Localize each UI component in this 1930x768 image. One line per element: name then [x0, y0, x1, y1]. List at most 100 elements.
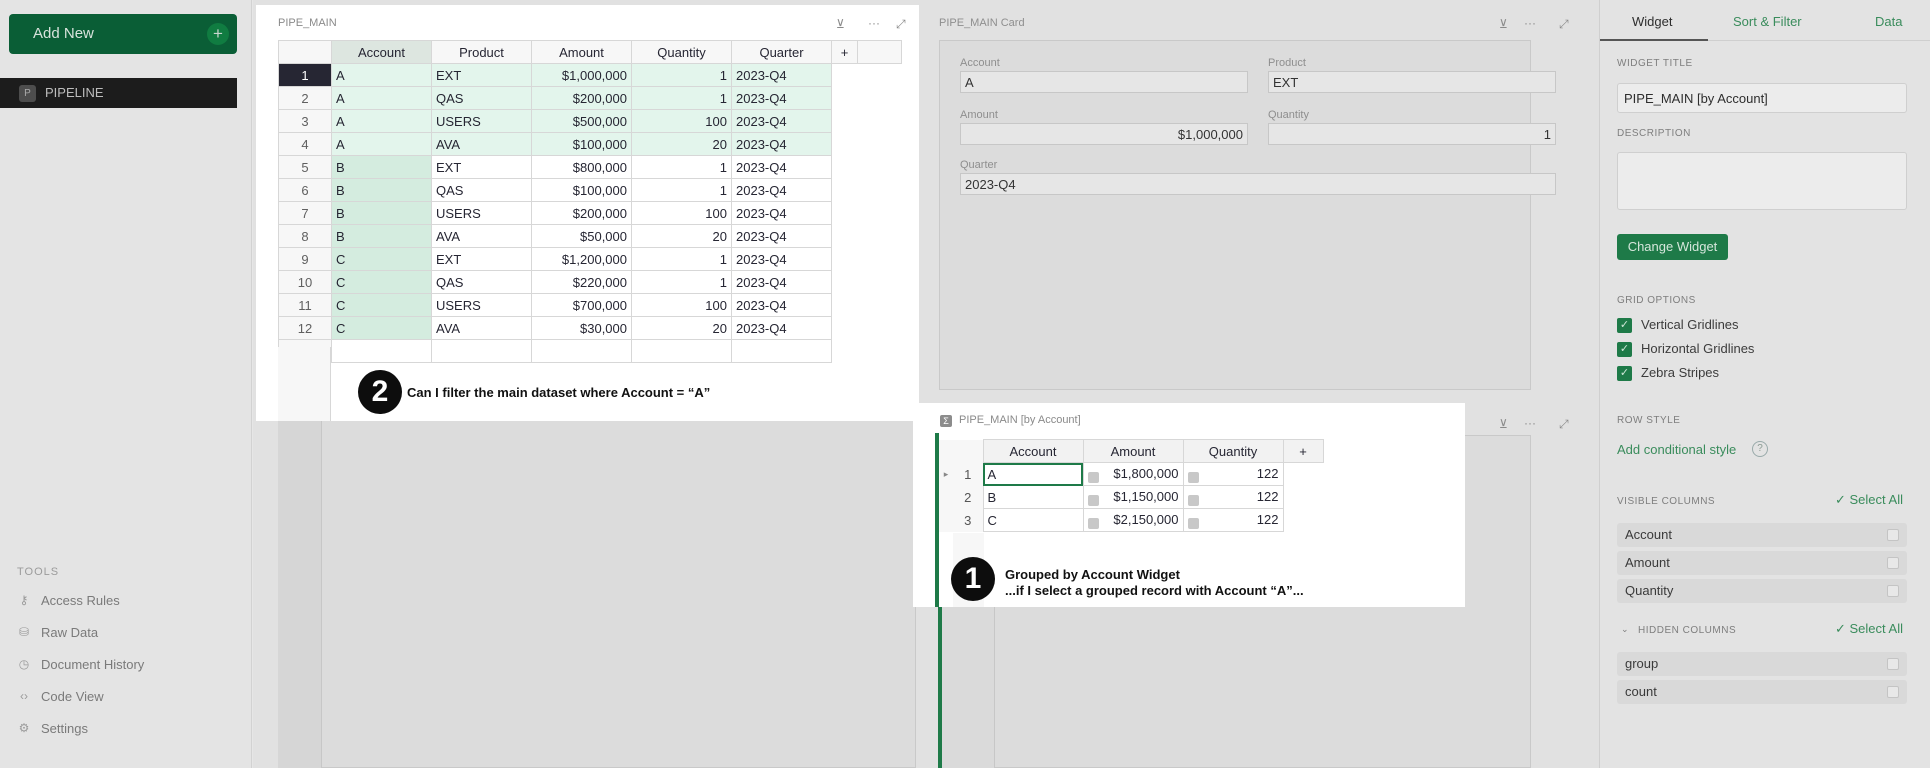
card-quantity-field[interactable]: 1 — [1268, 123, 1556, 145]
cell-amount[interactable]: $1,150,000 — [1082, 485, 1184, 509]
cell-amount[interactable]: $100,000 — [531, 132, 632, 156]
row-number[interactable]: 6 — [278, 178, 332, 202]
cell-quarter[interactable]: 2023-Q4 — [731, 109, 832, 133]
table-row[interactable]: 10 C QAS $220,000 1 2023-Q4 — [278, 270, 902, 294]
cell-account[interactable]: C — [331, 293, 432, 317]
table-row[interactable]: 4 A AVA $100,000 20 2023-Q4 — [278, 132, 902, 156]
cell-amount[interactable]: $800,000 — [531, 155, 632, 179]
cell-quantity[interactable]: 122 — [1182, 462, 1284, 486]
empty-cell[interactable] — [531, 339, 632, 363]
column-header-amount[interactable]: Amount — [531, 40, 632, 64]
row-number[interactable]: 5 — [278, 155, 332, 179]
cell-account[interactable]: B — [331, 155, 432, 179]
cell-product[interactable]: AVA — [431, 224, 532, 248]
table-row[interactable]: 2 A QAS $200,000 1 2023-Q4 — [278, 86, 902, 110]
cell-amount[interactable]: $220,000 — [531, 270, 632, 294]
cell-account[interactable]: B — [982, 485, 1084, 509]
column-checkbox[interactable] — [1887, 686, 1899, 698]
column-header-amount[interactable]: Amount — [1082, 439, 1184, 463]
add-column-button[interactable]: + — [831, 40, 858, 64]
tab-sort-filter[interactable]: Sort & Filter — [1733, 14, 1802, 29]
cell-amount[interactable]: $200,000 — [531, 86, 632, 110]
cell-quantity[interactable]: 1 — [631, 86, 732, 110]
card-account-field[interactable]: A — [960, 71, 1248, 93]
cell-quarter[interactable]: 2023-Q4 — [731, 86, 832, 110]
cell-product[interactable]: QAS — [431, 86, 532, 110]
table-row[interactable]: 1 A EXT $1,000,000 1 2023-Q4 — [278, 63, 902, 87]
row-number[interactable]: 1 — [278, 63, 332, 87]
chevron-down-icon[interactable]: ⌄ — [1621, 624, 1629, 635]
cell-account[interactable]: A — [331, 63, 432, 87]
cell-amount[interactable]: $1,000,000 — [531, 63, 632, 87]
add-column-button[interactable]: + — [1282, 439, 1324, 463]
widget-title-input[interactable]: PIPE_MAIN [by Account] — [1617, 83, 1907, 113]
cell-account[interactable]: B — [331, 201, 432, 225]
cell-quantity[interactable]: 100 — [631, 109, 732, 133]
cell-amount[interactable]: $700,000 — [531, 293, 632, 317]
table-row[interactable]: 11 C USERS $700,000 100 2023-Q4 — [278, 293, 902, 317]
cell-product[interactable]: AVA — [431, 132, 532, 156]
cell-quarter[interactable]: 2023-Q4 — [731, 63, 832, 87]
cell-quantity[interactable]: 20 — [631, 316, 732, 340]
hidden-columns-label[interactable]: HIDDEN COLUMNS — [1638, 625, 1736, 636]
tab-data[interactable]: Data — [1875, 14, 1902, 29]
row-number[interactable]: 7 — [278, 201, 332, 225]
cell-account[interactable]: C — [331, 316, 432, 340]
select-all-hidden-link[interactable]: ✓ Select All — [1835, 621, 1903, 637]
column-checkbox[interactable] — [1887, 529, 1899, 541]
cell-quantity[interactable]: 1 — [631, 63, 732, 87]
column-header-account[interactable]: Account — [982, 439, 1084, 463]
cell-amount[interactable]: $50,000 — [531, 224, 632, 248]
table-row[interactable]: 3 A USERS $500,000 100 2023-Q4 — [278, 109, 902, 133]
row-number[interactable]: 3 — [953, 508, 983, 532]
table-row[interactable]: 7 B USERS $200,000 100 2023-Q4 — [278, 201, 902, 225]
cell-account[interactable]: C — [331, 247, 432, 271]
visible-column-account[interactable]: Account — [1617, 523, 1907, 547]
empty-cell[interactable] — [631, 339, 732, 363]
cell-product[interactable]: USERS — [431, 293, 532, 317]
cell-quantity[interactable]: 100 — [631, 293, 732, 317]
add-conditional-style-link[interactable]: Add conditional style — [1617, 442, 1736, 457]
hidden-column-group[interactable]: group — [1617, 652, 1907, 676]
empty-cell[interactable] — [731, 339, 832, 363]
cell-amount[interactable]: $1,800,000 — [1082, 462, 1184, 486]
expand-icon[interactable]: ⤢ — [896, 17, 906, 32]
cell-product[interactable]: QAS — [431, 178, 532, 202]
tool-code-view[interactable]: ‹› Code View — [17, 687, 104, 707]
column-header-account[interactable]: Account — [331, 40, 432, 64]
tool-settings[interactable]: ⚙ Settings — [17, 719, 88, 739]
cell-amount[interactable]: $1,200,000 — [531, 247, 632, 271]
cell-account[interactable]: A — [982, 462, 1084, 486]
cell-quantity[interactable]: 100 — [631, 201, 732, 225]
cell-quantity[interactable]: 20 — [631, 224, 732, 248]
row-number[interactable]: 1 — [953, 462, 983, 486]
tool-access-rules[interactable]: ⚷ Access Rules — [17, 591, 120, 611]
visible-column-amount[interactable]: Amount — [1617, 551, 1907, 575]
row-number[interactable]: 10 — [278, 270, 332, 294]
cell-quarter[interactable]: 2023-Q4 — [731, 293, 832, 317]
cell-quantity[interactable]: 1 — [631, 270, 732, 294]
cell-amount[interactable]: $200,000 — [531, 201, 632, 225]
tool-document-history[interactable]: ◷ Document History — [17, 655, 145, 675]
cell-quantity[interactable]: 1 — [631, 155, 732, 179]
tab-widget[interactable]: Widget — [1632, 14, 1672, 29]
column-header-quantity[interactable]: Quantity — [631, 40, 732, 64]
cell-account[interactable]: A — [331, 132, 432, 156]
card-product-field[interactable]: EXT — [1268, 71, 1556, 93]
cell-quarter[interactable]: 2023-Q4 — [731, 247, 832, 271]
column-header-product[interactable]: Product — [431, 40, 532, 64]
change-widget-button[interactable]: Change Widget — [1617, 234, 1728, 260]
filter-icon[interactable]: ⊻ — [1499, 417, 1508, 431]
table-row[interactable]: 8 B AVA $50,000 20 2023-Q4 — [278, 224, 902, 248]
column-header-quarter[interactable]: Quarter — [731, 40, 832, 64]
horizontal-gridlines-checkbox[interactable]: ✓ Horizontal Gridlines — [1617, 341, 1754, 359]
cell-product[interactable]: QAS — [431, 270, 532, 294]
table-row[interactable]: ▸ 1 A $1,800,000 122 — [939, 462, 1323, 486]
row-number[interactable]: 11 — [278, 293, 332, 317]
filter-icon[interactable]: ⊻ — [1499, 17, 1508, 31]
row-number[interactable]: 2 — [953, 485, 983, 509]
visible-column-quantity[interactable]: Quantity — [1617, 579, 1907, 603]
cell-account[interactable]: C — [331, 270, 432, 294]
cell-product[interactable]: EXT — [431, 63, 532, 87]
tool-raw-data[interactable]: ⛁ Raw Data — [17, 623, 98, 643]
